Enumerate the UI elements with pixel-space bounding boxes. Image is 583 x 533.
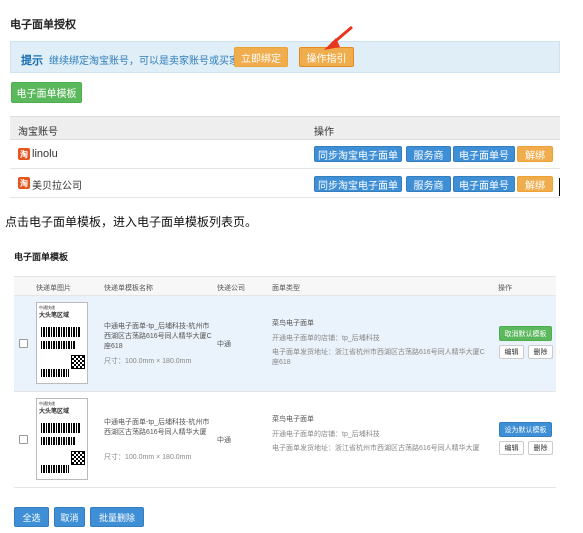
waybill-address: 电子面单发货地址：浙江省杭州市西湖区古荡路616号同人精华大厦 (272, 445, 480, 452)
column-header: 操作 (314, 127, 334, 138)
delete-button[interactable]: 删除 (528, 441, 553, 455)
instruction-text: 点击电子面单模板，进入电子面单模板列表页。 (5, 215, 258, 229)
template-size: 尺寸：100.0mm × 180.0mm (104, 454, 192, 461)
templates-table: 快递单图片 快递单模板名称 快递公司 面单类型 操作 中通快递 大头笔区域 中通… (14, 276, 556, 488)
edit-button[interactable]: 编辑 (499, 441, 524, 455)
cancel-default-button[interactable]: 取消默认模板 (499, 326, 552, 341)
template-size: 尺寸：100.0mm × 180.0mm (104, 358, 192, 365)
waybill-type: 菜鸟电子面单 (272, 320, 314, 327)
table-row: 淘 linolu 同步淘宝电子面单 服务商 电子面单号 解绑 (10, 140, 560, 169)
waybill-type: 菜鸟电子面单 (272, 416, 314, 423)
set-default-button[interactable]: 设为默认模板 (499, 422, 552, 437)
template-name: 中通电子面单-tp_后埔科技-杭州市西湖区古荡路616号同人精华大厦 (104, 419, 210, 436)
column-header: 面单类型 (272, 285, 300, 292)
courier-company: 中通 (217, 437, 231, 444)
waybill-shop: 开通电子面单的店铺：tp_后埔科技 (272, 335, 380, 342)
taobao-icon: 淘 (18, 148, 30, 160)
table-row: 中通快递 大头笔区域 中通电子面单-tp_后埔科技-杭州市西湖区古荡路616号同… (14, 392, 556, 488)
unbind-button[interactable]: 解绑 (517, 176, 553, 192)
courier-company: 中通 (217, 341, 231, 348)
pointer-arrow-icon (324, 25, 353, 50)
delete-button[interactable]: 删除 (528, 345, 553, 359)
waybill-number-button[interactable]: 电子面单号 (453, 176, 515, 192)
sync-button[interactable]: 同步淘宝电子面单 (314, 176, 402, 192)
waybill-address: 电子面单发货地址：浙江省杭州市西湖区古荡路616号同人精华大厦C座618 (272, 349, 485, 366)
sync-button[interactable]: 同步淘宝电子面单 (314, 146, 402, 162)
bind-now-button[interactable]: 立即绑定 (234, 47, 288, 67)
waybill-image: 中通快递 大头笔区域 (36, 302, 88, 384)
tip-label: 提示 (21, 55, 43, 67)
table-row: 淘 美贝拉公司 同步淘宝电子面单 服务商 电子面单号 解绑 (10, 169, 560, 198)
batch-delete-button[interactable]: 批量删除 (90, 507, 144, 527)
table-row: 中通快递 大头笔区域 中通电子面单-tp_后埔科技-杭州市西湖区古荡路616号同… (14, 296, 556, 392)
column-header: 快递单模板名称 (104, 285, 153, 292)
provider-button[interactable]: 服务商 (406, 146, 451, 162)
tip-bar: 提示 继续绑定淘宝账号，可以是卖家账号或买家账号。 立即绑定 操作指引 (10, 41, 560, 73)
column-header: 操作 (498, 285, 512, 292)
account-name: linolu (32, 148, 58, 160)
column-header: 快递公司 (217, 285, 245, 292)
table-header: 快递单图片 快递单模板名称 快递公司 面单类型 操作 (14, 276, 556, 296)
template-name: 中通电子面单-tp_后埔科技-杭州市西湖区古荡路616号同人精华大厦C座618 (104, 323, 212, 350)
provider-button[interactable]: 服务商 (406, 176, 451, 192)
column-header: 快递单图片 (36, 285, 71, 292)
account-name: 美贝拉公司 (32, 181, 82, 192)
edit-button[interactable]: 编辑 (499, 345, 524, 359)
unbind-button[interactable]: 解绑 (517, 146, 553, 162)
row-checkbox[interactable] (19, 435, 28, 444)
select-all-button[interactable]: 全选 (14, 507, 49, 527)
waybill-number-button[interactable]: 电子面单号 (453, 146, 515, 162)
text-cursor (559, 178, 560, 196)
table-header: 淘宝账号 操作 (10, 116, 560, 140)
page-title: 电子面单授权 (10, 19, 76, 31)
column-header: 淘宝账号 (18, 127, 58, 138)
waybill-shop: 开通电子面单的店铺：tp_后埔科技 (272, 431, 380, 438)
templates-title: 电子面单模板 (14, 252, 69, 262)
cancel-button[interactable]: 取消 (54, 507, 85, 527)
row-checkbox[interactable] (19, 339, 28, 348)
taobao-icon: 淘 (18, 177, 30, 189)
accounts-table: 淘宝账号 操作 淘 linolu 同步淘宝电子面单 服务商 电子面单号 解绑 淘… (10, 116, 560, 198)
template-button[interactable]: 电子面单模板 (11, 82, 82, 103)
waybill-image: 中通快递 大头笔区域 (36, 398, 88, 480)
